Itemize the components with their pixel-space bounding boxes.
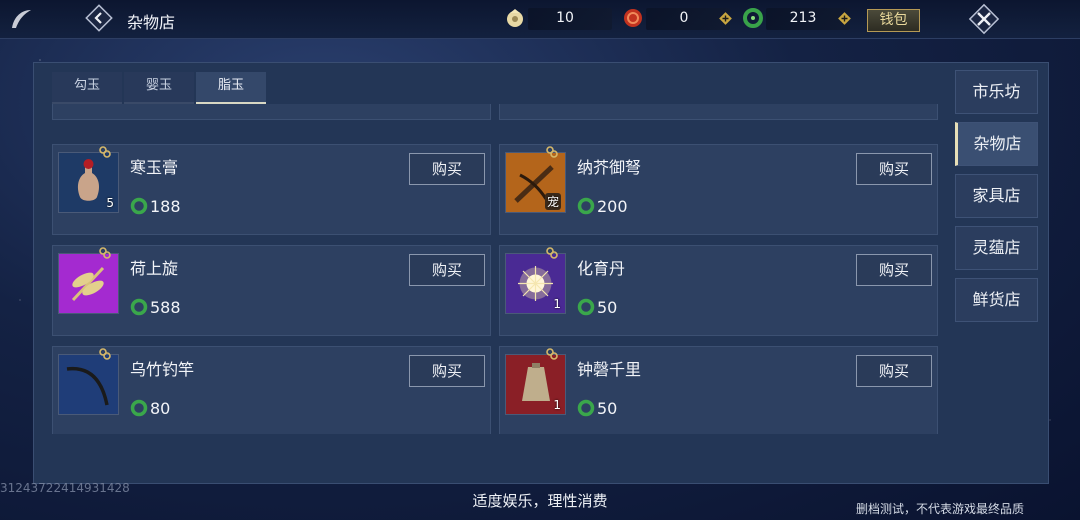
link-icon xyxy=(546,247,558,259)
link-icon xyxy=(99,247,111,259)
item-name: 荷上旋 xyxy=(130,259,179,278)
item-price: 50 xyxy=(577,399,617,418)
item-price-value: 588 xyxy=(150,298,181,317)
tab-yingyu[interactable]: 婴玉 xyxy=(124,72,194,104)
item-quantity: 1 xyxy=(553,398,561,412)
currency-value-1: 10 xyxy=(556,10,574,26)
item-card[interactable]: 宠 纳芥御弩 200 购买 xyxy=(499,144,938,235)
item-price: 200 xyxy=(577,197,628,216)
tab-zhiyu[interactable]: 脂玉 xyxy=(196,72,266,104)
item-card: 30 xyxy=(499,104,938,120)
add-currency-icon[interactable] xyxy=(719,12,732,25)
currency-value-3: 213 xyxy=(789,10,817,26)
nav-xianhuodian[interactable]: 鲜货店 xyxy=(955,278,1038,322)
close-icon[interactable] xyxy=(966,2,1002,36)
item-price: 80 xyxy=(130,399,170,418)
item-card[interactable]: 1 化育丹 50 购买 xyxy=(499,245,938,336)
tab-gouyu[interactable]: 勾玉 xyxy=(52,72,122,104)
buy-button[interactable]: 购买 xyxy=(856,153,932,185)
pet-badge: 宠 xyxy=(544,193,561,210)
dragonfly-icon xyxy=(71,266,105,302)
item-card[interactable]: 1 钟磬千里 50 购买 xyxy=(499,346,938,434)
buy-button[interactable]: 购买 xyxy=(409,355,485,387)
jade-coin-icon xyxy=(130,197,148,215)
link-icon xyxy=(99,146,111,158)
item-price: 188 xyxy=(130,197,181,216)
item-card[interactable]: 乌竹钓竿 80 购买 xyxy=(52,346,491,434)
wallet-button[interactable]: 钱包 xyxy=(867,9,920,32)
link-icon xyxy=(546,146,558,158)
nav-lingyundian[interactable]: 灵蕴店 xyxy=(955,226,1038,270)
jade-coin-icon xyxy=(130,298,148,316)
item-card[interactable]: 荷上旋 588 购买 xyxy=(52,245,491,336)
item-name: 寒玉膏 xyxy=(130,158,179,177)
jade-coin-icon xyxy=(130,399,148,417)
add-currency-icon[interactable] xyxy=(838,12,851,25)
link-icon xyxy=(546,348,558,360)
item-price: 588 xyxy=(130,298,181,317)
nav-jiajudian[interactable]: 家具店 xyxy=(955,174,1038,218)
item-price-value: 80 xyxy=(150,399,171,418)
buy-button[interactable]: 购买 xyxy=(856,355,932,387)
item-thumbnail xyxy=(58,253,119,314)
item-list[interactable]: 188 30 5 寒玉膏 188 购买 宠 xyxy=(52,104,938,434)
item-thumbnail: 1 xyxy=(505,354,566,415)
jade-coin-icon xyxy=(743,8,763,28)
item-price-value: 50 xyxy=(597,298,618,317)
back-button[interactable] xyxy=(84,3,114,33)
item-price: 50 xyxy=(577,298,617,317)
jade-coin-icon xyxy=(577,298,595,316)
nav-zawudian[interactable]: 杂物店 xyxy=(955,122,1038,166)
item-name: 乌竹钓竿 xyxy=(130,360,195,379)
item-thumbnail: 宠 xyxy=(505,152,566,213)
item-card: 188 xyxy=(52,104,491,120)
item-price-value: 200 xyxy=(597,197,628,216)
buy-button[interactable]: 购买 xyxy=(409,254,485,286)
buy-button[interactable]: 购买 xyxy=(856,254,932,286)
jade-coin-icon xyxy=(577,399,595,417)
buy-button[interactable]: 购买 xyxy=(409,153,485,185)
item-thumbnail: 1 xyxy=(505,253,566,314)
currency-value-2: 0 xyxy=(679,10,689,26)
item-thumbnail xyxy=(58,354,119,415)
fishing-rod-icon xyxy=(66,366,109,406)
item-thumbnail: 5 xyxy=(58,152,119,213)
jade-coin-icon xyxy=(577,197,595,215)
top-bar: 杂物店 10 0 213 钱包 xyxy=(0,0,1080,39)
red-token-icon xyxy=(624,9,642,27)
item-name: 钟磬千里 xyxy=(577,360,642,379)
item-name: 化育丹 xyxy=(577,259,626,278)
nav-shilefang[interactable]: 市乐坊 xyxy=(955,70,1038,114)
gold-ingot-icon xyxy=(507,9,523,27)
item-price-value: 50 xyxy=(597,399,618,418)
link-icon xyxy=(99,348,111,360)
item-quantity: 1 xyxy=(553,297,561,311)
item-quantity: 5 xyxy=(106,196,114,210)
shop-title: 杂物店 xyxy=(127,13,176,32)
item-card[interactable]: 5 寒玉膏 188 购买 xyxy=(52,144,491,235)
feather-menu-icon[interactable] xyxy=(8,6,34,32)
item-price-value: 188 xyxy=(150,197,181,216)
test-disclaimer: 删档测试，不代表游戏最终品质 xyxy=(855,502,1024,516)
item-name: 纳芥御弩 xyxy=(577,158,642,177)
